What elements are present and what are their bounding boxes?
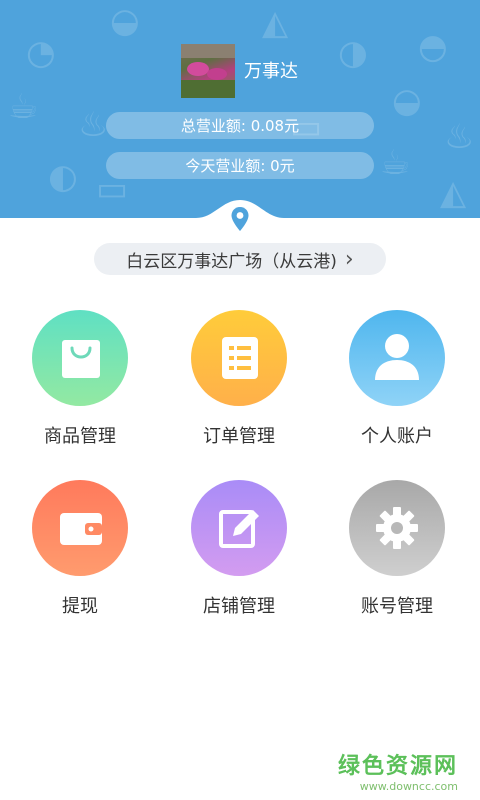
bowl-icon: ◒ [392, 81, 422, 121]
cake-icon: ♨ [444, 117, 475, 157]
store-location-selector[interactable]: 白云区万事达广场（从云港) › [94, 243, 386, 275]
withdraw-icon-circle [32, 480, 128, 576]
steak-icon: ◑ [338, 33, 368, 73]
watermark-title: 绿色资源网 [337, 754, 458, 779]
edit-icon [219, 510, 259, 548]
watermark-url: www.downcc.com [359, 780, 458, 793]
menu-store-management[interactable]: 店铺管理 [184, 480, 294, 618]
order-list-icon [222, 337, 258, 379]
menu-label: 商品管理 [44, 426, 116, 447]
menu-personal-account[interactable]: 个人账户 [342, 310, 452, 448]
menu-order-management[interactable]: 订单管理 [184, 310, 294, 448]
burger-icon: ◔ [26, 33, 56, 73]
menu-withdraw[interactable]: 提现 [25, 480, 135, 618]
cake-icon: ♨ [78, 105, 109, 145]
menu-label: 订单管理 [203, 426, 275, 447]
cup-icon: ☕ [380, 143, 411, 183]
total-revenue-badge: 总营业额: 0.08元 [106, 112, 374, 139]
today-revenue-badge: 今天营业额: 0元 [106, 152, 374, 179]
shopping-bag-icon [62, 340, 100, 378]
pizza-icon: ◭ [262, 3, 289, 43]
menu-label: 提现 [62, 596, 98, 617]
chevron-right-icon: › [344, 246, 354, 272]
burger-icon: ◓ [418, 27, 448, 67]
shop-name: 万事达 [244, 61, 298, 82]
menu-label: 账号管理 [361, 596, 433, 617]
watermark: 绿色资源网 www.downcc.com [338, 748, 458, 793]
account-icon-circle [349, 310, 445, 406]
store-location-text: 白云区万事达广场（从云港) [126, 251, 337, 272]
store-icon-circle [191, 480, 287, 576]
person-icon [375, 334, 419, 380]
menu-label: 店铺管理 [203, 596, 275, 617]
settings-icon-circle [349, 480, 445, 576]
menu-product-management[interactable]: 商品管理 [25, 310, 135, 448]
avatar[interactable] [181, 44, 235, 98]
menu-account-management[interactable]: 账号管理 [342, 480, 452, 618]
bowl-icon: ◒ [110, 1, 140, 41]
wallet-icon [60, 513, 102, 545]
product-icon-circle [32, 310, 128, 406]
cup-icon: ☕ [8, 87, 39, 127]
order-icon-circle [191, 310, 287, 406]
menu-label: 个人账户 [361, 426, 433, 447]
location-pin-icon [231, 207, 249, 231]
gear-icon [376, 507, 418, 549]
